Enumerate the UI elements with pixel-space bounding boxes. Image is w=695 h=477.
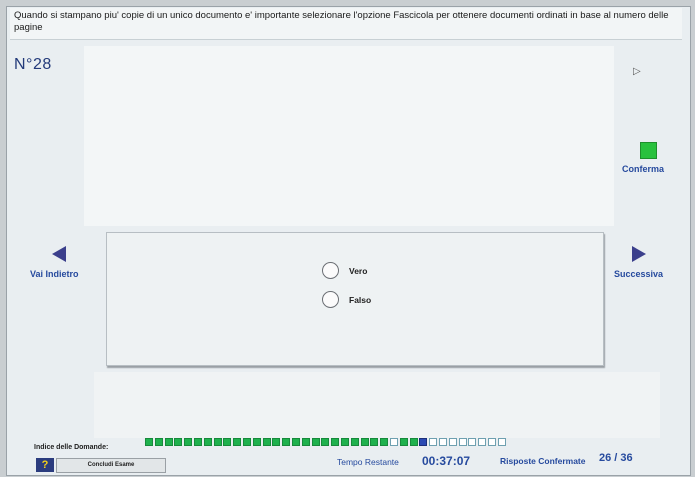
question-image-area <box>84 46 614 226</box>
question-index-cell[interactable] <box>193 438 202 446</box>
question-index-cell[interactable] <box>203 438 212 446</box>
mouse-cursor-icon: ▷ <box>633 66 641 77</box>
question-index-cell[interactable] <box>252 438 261 446</box>
option-vero[interactable]: Vero <box>322 262 367 279</box>
end-exam-button[interactable]: Concludi Esame <box>56 458 166 473</box>
next-button[interactable]: Successiva <box>614 269 663 279</box>
question-index-cell[interactable] <box>301 438 310 446</box>
confirm-button[interactable] <box>640 142 657 159</box>
option-falso[interactable]: Falso <box>322 291 371 308</box>
question-index-cell[interactable] <box>448 438 457 446</box>
radio-falso[interactable] <box>322 291 339 308</box>
question-index-cell[interactable] <box>184 438 193 446</box>
question-index-cell[interactable] <box>154 438 163 446</box>
back-button[interactable]: Vai Indietro <box>30 269 79 279</box>
question-index-cell[interactable] <box>262 438 271 446</box>
question-index-cell[interactable] <box>145 438 153 446</box>
question-index-cell[interactable] <box>370 438 379 446</box>
progress-count: 26 / 36 <box>599 452 633 464</box>
question-index-cell[interactable] <box>340 438 349 446</box>
question-index-cell[interactable] <box>409 438 418 446</box>
question-index-cell[interactable] <box>487 438 496 446</box>
question-index-cell[interactable] <box>429 438 438 446</box>
question-index-cell[interactable] <box>233 438 242 446</box>
question-index-cell[interactable] <box>311 438 320 446</box>
question-text: Quando si stampano piu' copie di un unic… <box>10 8 682 40</box>
question-index-cell[interactable] <box>291 438 300 446</box>
question-index-cell[interactable] <box>389 438 398 446</box>
question-index-cell[interactable] <box>497 438 506 446</box>
question-index-cell[interactable] <box>458 438 467 446</box>
question-index-cell[interactable] <box>478 438 487 446</box>
question-number: N°28 <box>14 56 52 73</box>
radio-vero[interactable] <box>322 262 339 279</box>
timer: 00:37:07 <box>422 454 471 468</box>
question-index-cell[interactable] <box>360 438 369 446</box>
option-vero-label: Vero <box>349 265 368 276</box>
question-index-cell[interactable] <box>399 438 408 446</box>
question-index-cell[interactable] <box>213 438 222 446</box>
help-button[interactable]: ? <box>36 458 54 472</box>
question-index-cell[interactable] <box>380 438 389 446</box>
question-index-cell[interactable] <box>282 438 291 446</box>
time-remaining-label: Tempo Restante <box>337 457 399 467</box>
question-index-cell[interactable] <box>468 438 477 446</box>
question-index-cell[interactable] <box>164 438 173 446</box>
option-falso-label: Falso <box>349 294 372 305</box>
question-index-cell[interactable] <box>321 438 330 446</box>
question-index-cell[interactable] <box>174 438 183 446</box>
question-index-cell[interactable] <box>419 438 428 446</box>
question-index-cell[interactable] <box>331 438 340 446</box>
question-index-cell[interactable] <box>438 438 447 446</box>
question-index-label: Indice delle Domande: <box>34 444 109 451</box>
question-index-cell[interactable] <box>242 438 251 446</box>
back-arrow-icon[interactable] <box>52 246 66 262</box>
question-index-cell[interactable] <box>272 438 281 446</box>
next-arrow-icon[interactable] <box>632 246 646 262</box>
question-index-cell[interactable] <box>223 438 232 446</box>
question-index-cell[interactable] <box>350 438 359 446</box>
confirmed-answers-label: Risposte Confermate <box>500 456 586 466</box>
confirm-label[interactable]: Conferma <box>622 164 664 174</box>
question-index-grid <box>145 438 507 446</box>
lower-blank-area <box>94 372 660 438</box>
